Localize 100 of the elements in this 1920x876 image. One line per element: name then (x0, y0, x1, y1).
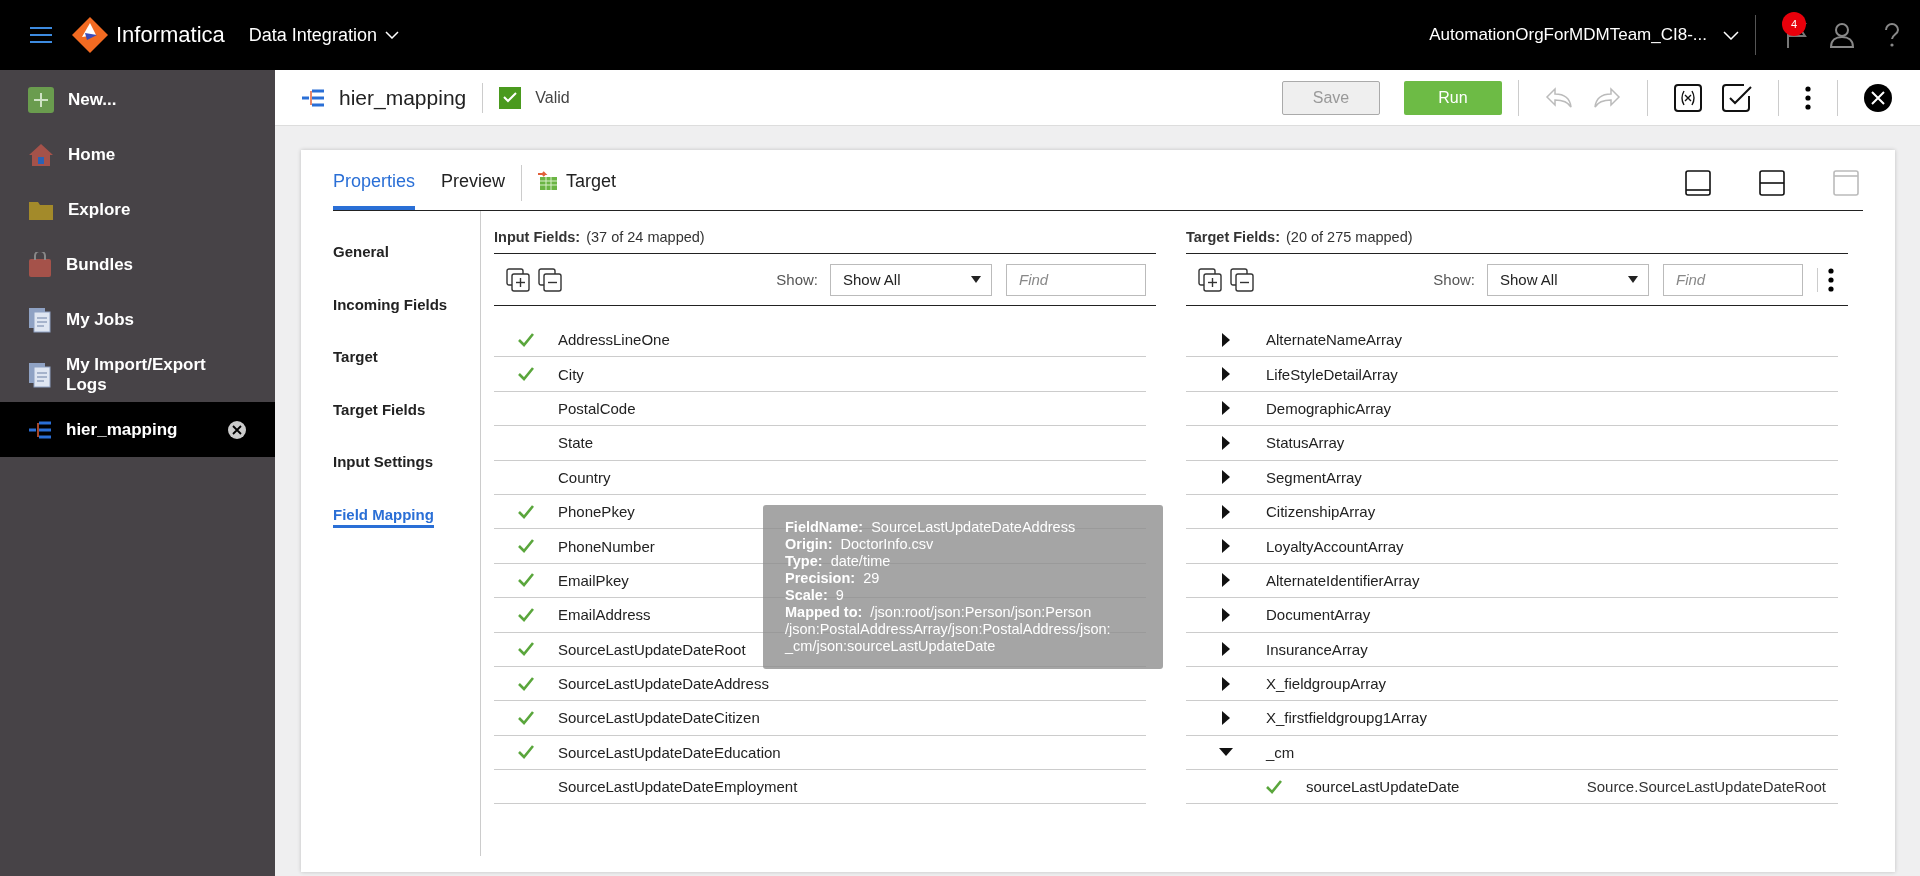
tree-row[interactable]: StatusArray (1186, 426, 1838, 461)
field-row[interactable]: Country (494, 460, 1146, 495)
field-name: SourceLastUpdateDateEducation (558, 743, 781, 761)
tree-row[interactable]: X_firstfieldgroupg1Array (1186, 701, 1838, 736)
nav-item[interactable]: Bundles (0, 237, 275, 292)
document-icon (28, 306, 52, 333)
tab[interactable]: Properties (333, 150, 416, 210)
flag-icon[interactable] (1786, 22, 1808, 48)
tree-row[interactable]: _cm (1186, 735, 1838, 771)
panel-title: Input Fields: (494, 229, 581, 245)
product-switcher[interactable]: Data Integration (244, 20, 403, 50)
field-name: PhoneNumber (558, 537, 655, 555)
field-name: X_fieldgroupArray (1266, 675, 1387, 693)
settings-nav-item[interactable]: Incoming Fields (333, 295, 448, 318)
tooltip-line: Type: date/time (785, 553, 892, 570)
panel-split-icon (1759, 170, 1785, 196)
tree-row[interactable]: sourceLastUpdateDate Source.SourceLastUpdateDateRoot (1186, 770, 1838, 805)
field-row[interactable]: PostalCode (494, 391, 1146, 427)
field-row[interactable]: SourceLastUpdateDateEmployment (494, 770, 1146, 805)
tree-row[interactable]: SegmentArray (1186, 460, 1838, 495)
tree-row[interactable]: DemographicArray (1186, 391, 1838, 427)
field-row[interactable]: SourceLastUpdateDateEducation (494, 735, 1146, 771)
tree-row[interactable]: X_fieldgroupArray (1186, 666, 1838, 702)
field-name: _cm (1266, 743, 1295, 761)
document-icon (28, 361, 52, 388)
panel-title: Target Fields: (1186, 229, 1280, 245)
field-row[interactable]: City (494, 357, 1146, 392)
org-name[interactable]: AutomationOrgForMDMTeam_CI8-... (1429, 25, 1707, 45)
chevron-down-icon[interactable] (1723, 30, 1739, 40)
mapping-icon (301, 87, 325, 108)
field-name: DocumentArray (1266, 606, 1371, 624)
field-name: State (558, 434, 594, 452)
find-field[interactable]: Find (1006, 263, 1146, 296)
tooltip-line: Precision: 29 (785, 570, 881, 587)
logo-icon (72, 17, 108, 53)
show-dropdown[interactable]: Show All (1487, 263, 1649, 296)
undo-icon (1545, 86, 1573, 109)
help-icon[interactable] (1884, 23, 1900, 47)
settings-nav-item[interactable]: General (333, 243, 389, 265)
close-icon[interactable] (227, 419, 247, 440)
field-row[interactable]: AddressLineOne (494, 323, 1146, 358)
field-name: DemographicArray (1266, 399, 1392, 417)
settings-nav-item[interactable]: Target Fields (333, 400, 426, 423)
field-row[interactable]: SourceLastUpdateDateCitizen (494, 701, 1146, 736)
function-icon (1674, 83, 1702, 112)
status-label: Valid (535, 88, 570, 107)
mapped-count: (20 of 275 mapped) (1286, 229, 1413, 245)
tree-row[interactable]: DocumentArray (1186, 598, 1838, 633)
settings-nav-item[interactable]: Field Mapping (333, 505, 434, 528)
tab[interactable]: Target (538, 150, 617, 210)
tree-row[interactable]: CitizenshipArray (1186, 494, 1838, 530)
field-name: AddressLineOne (558, 331, 670, 349)
field-row[interactable]: State (494, 426, 1146, 461)
tree-row[interactable]: LoyaltyAccountArray (1186, 529, 1838, 564)
notification-badge: 4 (1782, 12, 1806, 36)
dropdown-caret-icon (1628, 276, 1638, 283)
show-label: Show: (1433, 271, 1475, 288)
show-dropdown[interactable]: Show All (830, 263, 992, 296)
show-label: Show: (776, 271, 818, 288)
chevron-down-icon (384, 31, 399, 39)
tree-row[interactable]: AlternateNameArray (1186, 323, 1838, 358)
brand-name: Informatica (116, 22, 225, 48)
field-name: sourceLastUpdateDate (1306, 778, 1460, 796)
tree-row[interactable]: InsuranceArray (1186, 632, 1838, 667)
field-name: SourceLastUpdateDateEmployment (558, 778, 798, 796)
field-name: StatusArray (1266, 434, 1345, 452)
panel-top-icon (1833, 170, 1859, 196)
tree-row[interactable]: AlternateIdentifierArray (1186, 563, 1838, 599)
mapping-icon (28, 419, 52, 440)
checkbox-icon (1722, 83, 1752, 112)
field-name: SourceLastUpdateDateAddress (558, 675, 769, 693)
settings-nav-item[interactable]: Target (333, 348, 378, 370)
field-name: Country (558, 468, 611, 486)
nav-item[interactable]: Home (0, 127, 275, 182)
field-name: EmailPkey (558, 571, 629, 589)
nav-item[interactable]: hier_mapping (0, 402, 275, 457)
find-field[interactable]: Find (1663, 263, 1803, 296)
field-name: PhonePkey (558, 503, 635, 521)
field-name: EmailAddress (558, 606, 651, 624)
close-icon (1864, 83, 1892, 112)
field-name: City (558, 365, 584, 383)
field-name: CitizenshipArray (1266, 503, 1376, 521)
mapped-count: (37 of 24 mapped) (586, 229, 705, 245)
settings-nav-item[interactable]: Input Settings (333, 453, 433, 475)
house-icon (28, 142, 54, 167)
nav-item[interactable]: Explore (0, 182, 275, 237)
field-name: X_firstfieldgroupg1Array (1266, 709, 1427, 727)
mapping-title: hier_mapping (339, 85, 467, 110)
more-icon (1828, 267, 1834, 292)
tooltip-line: FieldName: SourceLastUpdateDateAddress (785, 519, 1077, 536)
plus-icon (28, 86, 54, 113)
nav-item[interactable]: My Import/Export Logs (0, 347, 275, 402)
field-name: LoyaltyAccountArray (1266, 537, 1404, 555)
tree-row[interactable]: LifeStyleDetailArray (1186, 357, 1838, 392)
dropdown-caret-icon (971, 276, 981, 283)
nav-item[interactable]: My Jobs (0, 292, 275, 347)
nav-item[interactable]: New... (0, 72, 275, 127)
user-icon[interactable] (1830, 22, 1854, 48)
tab[interactable]: Preview (441, 150, 506, 210)
more-icon (1805, 85, 1811, 110)
